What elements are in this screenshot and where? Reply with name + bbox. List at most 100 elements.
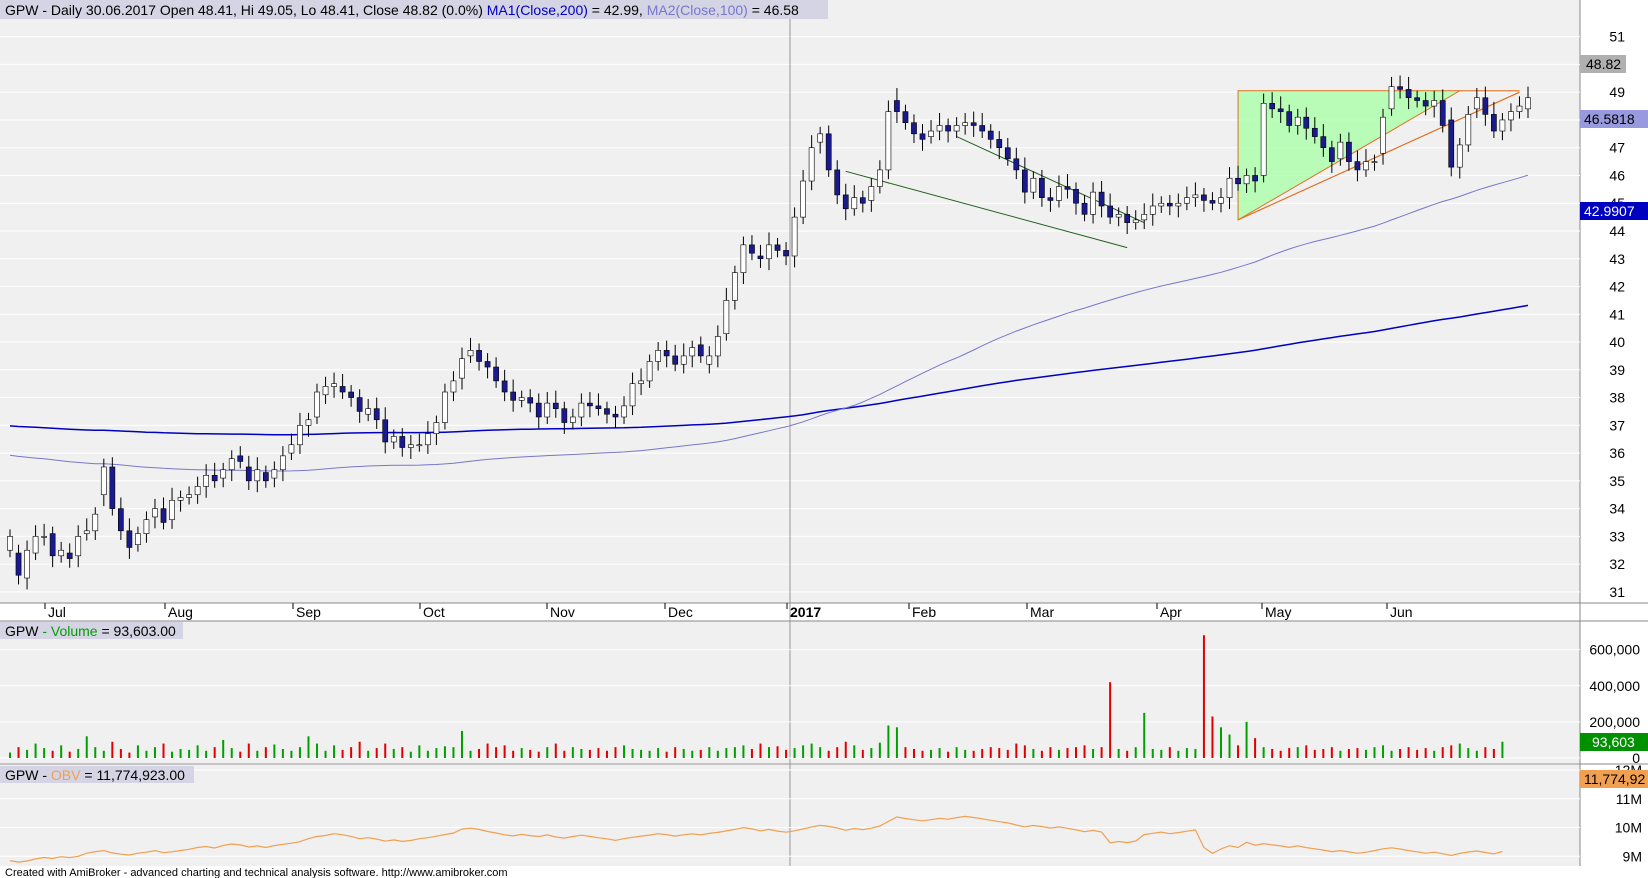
volume-bar [85,736,88,758]
month-label: Mar [1030,604,1054,620]
volume-bar [418,745,421,758]
volume-bar [759,743,762,758]
svg-text:11,774,92: 11,774,92 [1584,771,1645,787]
y-tick-label: 44 [1609,223,1625,239]
volume-bar [1364,749,1367,758]
obv-tick-label: 9M [1623,848,1642,864]
volume-bar [290,750,293,758]
month-label: Aug [168,604,193,620]
volume-bar [239,751,242,758]
volume-bar [1083,745,1086,758]
volume-bar [213,747,216,758]
month-label: Dec [668,604,693,620]
volume-bar [1458,743,1461,758]
y-tick-label: 35 [1609,473,1625,489]
volume-bar [247,743,250,758]
volume-bar [1126,750,1129,758]
volume-bar [1407,747,1410,758]
volume-bar [77,748,80,758]
volume-bar [51,750,54,758]
volume-bar [989,747,992,758]
volume-bar [196,745,199,758]
volume-bar [1117,748,1120,758]
volume-bar [102,750,105,758]
volume-bar [1305,745,1308,758]
svg-text:48.82: 48.82 [1586,56,1621,72]
volume-bar [878,742,881,758]
volume-bar [1339,750,1342,758]
volume-bar [298,747,301,758]
volume-bar [546,747,549,758]
volume-bar [316,743,319,758]
volume-bar [1202,635,1205,758]
volume-bar [1237,745,1240,758]
volume-bar [264,747,267,758]
volume-bar [768,747,770,758]
volume-bar [827,750,830,758]
obv-tick-label: 10M [1615,820,1642,836]
volume-bar [333,745,336,758]
candle [1260,93,1267,183]
volume-bar [460,730,463,758]
volume-bar [947,751,950,758]
volume-bar [409,751,412,758]
volume-bar [725,748,728,758]
y-tick-label: 49 [1609,84,1625,100]
volume-bar [529,749,532,758]
volume-bar [588,749,591,758]
volume-bar [1424,748,1427,758]
volume-bar [597,748,600,758]
month-label: Jul [48,604,66,620]
volume-bar [853,745,856,758]
volume-bar [179,748,182,758]
volume-bar [981,748,984,758]
volume-bar [1160,749,1163,758]
volume-bar [1356,748,1359,758]
volume-bar [1177,750,1180,758]
volume-bar [205,750,208,758]
month-label: Nov [550,604,575,620]
volume-bar [1006,749,1009,758]
month-label: May [1265,604,1291,620]
y-tick-label: 37 [1609,417,1625,433]
volume-bar [537,751,540,758]
volume-bar [68,751,71,758]
volume-bar [145,750,148,758]
volume-bar [998,748,1001,758]
volume-bar [1347,748,1350,758]
svg-text:93,603: 93,603 [1592,734,1635,750]
volume-bar [17,747,20,758]
volume-bar [674,747,677,758]
volume-bar [478,748,481,758]
y-tick-label: 40 [1609,334,1625,350]
volume-bar [1109,682,1112,758]
volume-bar [281,748,284,758]
volume-bar [9,752,11,758]
volume-bar [921,750,924,758]
volume-bar [1262,747,1265,758]
volume-bar [870,748,873,758]
month-label: Jun [1390,604,1413,620]
volume-bar [1040,750,1043,758]
y-tick-label: 47 [1609,140,1625,156]
volume-bar [605,750,608,758]
volume-bar [776,746,779,758]
volume-bar [614,747,617,758]
volume-bar [384,743,387,758]
volume-bar [964,749,967,758]
volume-bar [1501,741,1504,758]
volume-bar [401,747,404,758]
volume-bar [1075,747,1078,758]
y-tick-label: 51 [1609,29,1625,45]
volume-bar [716,750,719,758]
volume-bar [136,745,139,758]
volume-bar [435,748,438,758]
volume-bar [512,750,515,758]
volume-bar [844,741,847,758]
volume-bar [571,747,574,758]
month-label: Oct [423,604,445,620]
volume-bar [665,751,668,758]
price-header: GPW - Daily 30.06.2017 Open 48.41, Hi 49… [5,2,799,18]
y-tick-label: 43 [1609,251,1625,267]
volume-bar [938,748,941,758]
